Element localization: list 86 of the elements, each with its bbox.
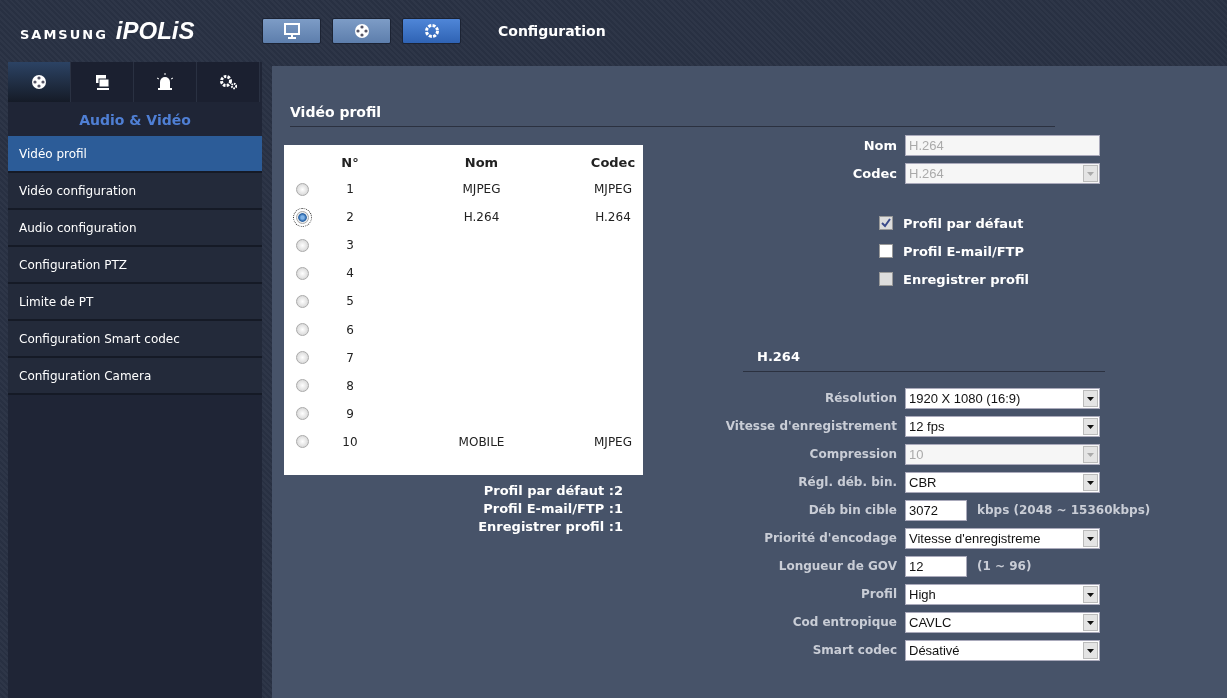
field-label: Régl. déb. bin. xyxy=(797,475,897,489)
table-cell: MJPEG xyxy=(594,434,632,449)
dropdown[interactable]: 12 fps xyxy=(905,415,1100,437)
table-cell: MJPEG xyxy=(462,182,501,197)
table-cell-text: 7 xyxy=(345,350,355,365)
computers-icon xyxy=(93,73,111,91)
sidebar-item[interactable]: Configuration PTZ xyxy=(8,247,262,284)
field-label: Déb bin cible xyxy=(807,503,897,517)
monitor-icon xyxy=(282,22,301,40)
field-label: Longueur de GOV xyxy=(777,559,897,573)
checkbox-label: Profil par défaut xyxy=(903,215,1025,231)
film-mode-button[interactable] xyxy=(332,18,391,44)
column-header: Codec xyxy=(589,154,637,170)
field-label: Nom xyxy=(862,137,897,153)
radio-button[interactable] xyxy=(295,210,309,224)
field-label: Compression xyxy=(808,447,897,461)
table-cell-text: 9 xyxy=(345,406,355,421)
field-label: Codec xyxy=(851,165,897,181)
table-cell: H.264 xyxy=(595,210,631,225)
table-cell-text: 2 xyxy=(345,210,355,225)
dropdown[interactable]: 1920 X 1080 (16:9) xyxy=(905,387,1100,409)
sidebar-item[interactable]: Configuration Smart codec xyxy=(8,321,262,358)
section-title: H.264 xyxy=(743,349,1105,372)
table-cell-text: 5 xyxy=(345,294,355,309)
summary-text: Profil par défaut :2 xyxy=(483,483,623,498)
page-title: Configuration xyxy=(498,23,606,39)
field-label: Profil xyxy=(860,587,897,601)
dropdown[interactable]: Vitesse d'enregistreme xyxy=(905,527,1100,549)
table-cell-text: 8 xyxy=(345,378,355,393)
gear-mode-button[interactable] xyxy=(402,18,461,44)
table-cell-text: 6 xyxy=(345,322,355,337)
gears-tab[interactable] xyxy=(197,62,260,102)
input-field[interactable]: 12 xyxy=(905,555,967,577)
field-label: Cod entropique xyxy=(791,615,897,629)
monitor-mode-button[interactable] xyxy=(262,18,321,44)
section-title: Vidéo profil xyxy=(290,104,1055,127)
dropdown[interactable]: Désativé xyxy=(905,639,1100,661)
checkbox-label: Enregistrer profil xyxy=(903,271,1030,287)
sidebar-item[interactable]: Configuration Camera xyxy=(8,358,262,395)
input-field[interactable]: 3072 xyxy=(905,499,967,521)
checkbox[interactable] xyxy=(879,244,893,258)
summary-text: Profil E-mail/FTP :1 xyxy=(483,501,623,516)
radio-button[interactable] xyxy=(295,266,309,280)
radio-button[interactable] xyxy=(295,182,309,196)
dropdown[interactable]: CAVLC xyxy=(905,611,1100,633)
field-label: Vitesse d'enregistrement xyxy=(724,419,897,433)
column-header: Nom xyxy=(463,154,500,170)
table-cell-text: 4 xyxy=(345,266,355,281)
radio-button[interactable] xyxy=(295,379,309,393)
logo-brand: SAMSUNG xyxy=(20,27,108,42)
range-hint: (1 ~ 96) xyxy=(977,559,1032,573)
logo-product: iPOLiS xyxy=(115,17,195,45)
table-cell: MOBILE xyxy=(458,434,505,449)
field-label: Résolution xyxy=(823,391,897,405)
checkbox-label: Profil E-mail/FTP xyxy=(903,243,1026,259)
table-cell-text: 1 xyxy=(345,182,355,197)
dropdown[interactable]: CBR xyxy=(905,471,1100,493)
field-label: Smart codec xyxy=(811,643,897,657)
alarm-light-icon xyxy=(156,73,174,91)
column-header: N° xyxy=(340,154,360,170)
table-cell: MJPEG xyxy=(594,182,632,197)
film-reel-icon xyxy=(352,22,371,40)
sidebar-item[interactable]: Vidéo configuration xyxy=(8,173,262,210)
dropdown[interactable]: High xyxy=(905,583,1100,605)
sidebar-heading: Audio & Vidéo xyxy=(79,112,191,128)
table-cell-text: 3 xyxy=(345,238,355,253)
radio-button[interactable] xyxy=(295,435,309,449)
radio-button[interactable] xyxy=(295,351,309,365)
summary-text: Enregistrer profil :1 xyxy=(478,519,623,534)
sidebar-item[interactable]: Audio configuration xyxy=(8,210,262,247)
table-cell: H.264 xyxy=(463,210,500,225)
gears-icon xyxy=(219,73,237,91)
film-reel-icon xyxy=(30,73,48,91)
radio-button[interactable] xyxy=(295,407,309,421)
gear-icon xyxy=(422,22,441,40)
field-label: Priorité d'encodage xyxy=(763,531,897,545)
radio-button[interactable] xyxy=(295,294,309,308)
sidebar-item[interactable]: Vidéo profil xyxy=(8,136,262,173)
radio-button[interactable] xyxy=(295,323,309,336)
range-hint: kbps (2048 ~ 15360kbps) xyxy=(977,503,1151,517)
network-tab[interactable] xyxy=(71,62,134,102)
radio-button[interactable] xyxy=(295,238,309,252)
table-cell-text: 10 xyxy=(341,434,359,449)
film-tab[interactable] xyxy=(8,62,71,102)
sidebar-item[interactable]: Limite de PT xyxy=(8,284,262,321)
alarm-tab[interactable] xyxy=(134,62,197,102)
